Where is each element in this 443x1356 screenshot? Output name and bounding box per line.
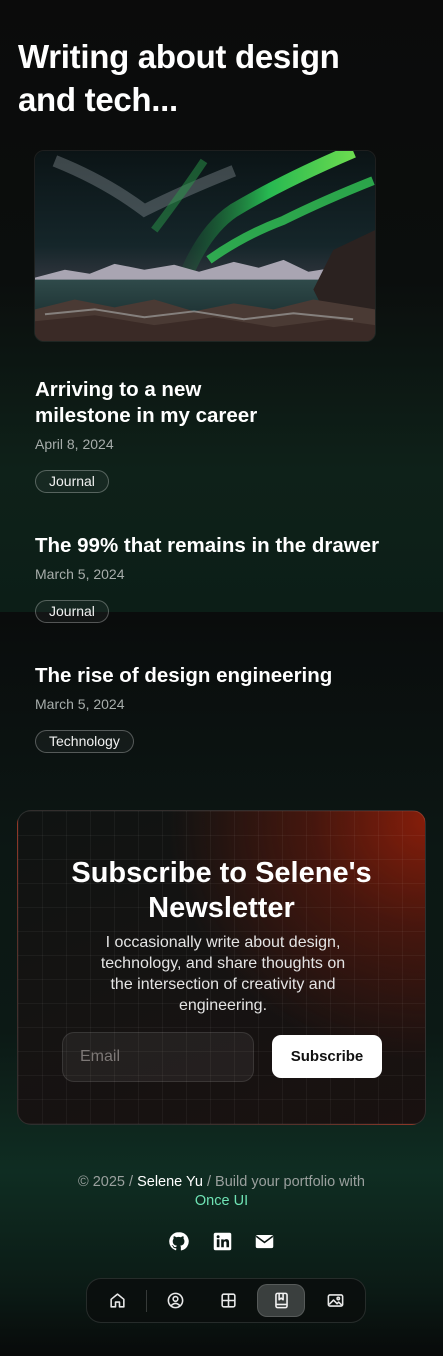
subscribe-button[interactable]: Subscribe — [272, 1035, 382, 1078]
page-title: Writing about design and tech... — [18, 38, 340, 118]
nav-divider — [146, 1290, 147, 1312]
post-item-3[interactable]: The rise of design engineering March 5, … — [35, 663, 425, 753]
newsletter-card: Subscribe to Selene's Newsletter I occas… — [17, 810, 426, 1125]
post-date: March 5, 2024 — [35, 566, 125, 582]
post-tag[interactable]: Technology — [35, 730, 134, 753]
featured-post-image[interactable] — [34, 150, 376, 342]
person-icon[interactable] — [151, 1284, 199, 1317]
footer-brand-link[interactable]: Once UI — [195, 1193, 248, 1209]
post-date: April 8, 2024 — [35, 436, 114, 452]
gallery-icon[interactable] — [311, 1284, 359, 1317]
footer-build-text: / Build your portfolio with — [206, 1174, 365, 1190]
post-tag[interactable]: Journal — [35, 470, 109, 493]
home-icon[interactable] — [93, 1284, 141, 1317]
post-date: March 5, 2024 — [35, 696, 125, 712]
email-icon[interactable] — [253, 1230, 275, 1252]
book-icon[interactable] — [257, 1284, 305, 1317]
post-title[interactable]: The rise of design engineering — [35, 663, 425, 689]
grid-icon[interactable] — [204, 1284, 252, 1317]
post-item-1[interactable]: Arriving to a new milestone in my career… — [35, 377, 295, 493]
footer-copyright: © 2025 / — [78, 1174, 134, 1190]
aurora-landscape-image — [35, 151, 375, 341]
post-title[interactable]: Arriving to a new milestone in my career — [35, 377, 295, 429]
linkedin-icon[interactable] — [211, 1230, 233, 1252]
email-field[interactable] — [62, 1032, 254, 1082]
post-title[interactable]: The 99% that remains in the drawer — [35, 533, 425, 559]
footer-author-name: Selene Yu — [137, 1174, 203, 1190]
newsletter-description: I occasionally write about design, techn… — [100, 934, 346, 1014]
footer-credits: © 2025 / Selene Yu / Build your portfoli… — [0, 1173, 443, 1211]
post-tag[interactable]: Journal — [35, 600, 109, 623]
newsletter-title: Subscribe to Selene's Newsletter — [71, 857, 372, 924]
post-item-2[interactable]: The 99% that remains in the drawer March… — [35, 533, 425, 623]
bottom-navigation — [86, 1278, 366, 1323]
github-icon[interactable] — [167, 1230, 189, 1252]
